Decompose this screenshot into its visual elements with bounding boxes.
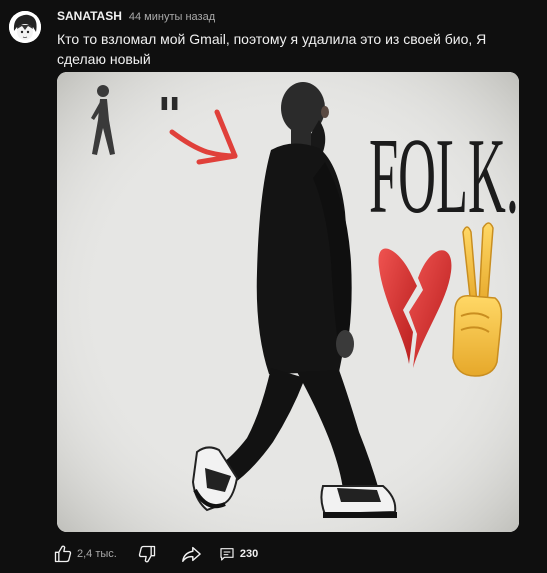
thumbs-down-icon <box>138 545 156 563</box>
channel-avatar[interactable] <box>9 11 41 43</box>
community-post: SANATASH 44 минуты назад Кто то взломал … <box>0 0 547 573</box>
dislike-button[interactable] <box>133 540 161 568</box>
folk-text: FOLK. <box>369 117 519 236</box>
post-image[interactable]: " FOLK. <box>57 72 519 532</box>
comment-count: 230 <box>239 548 259 560</box>
post-timestamp[interactable]: 44 минуты назад <box>129 11 215 23</box>
share-button[interactable] <box>177 540 205 568</box>
thumbs-up-icon <box>54 545 72 563</box>
post-image-artwork: " FOLK. <box>57 72 519 532</box>
like-count: 2,4 тыс. <box>77 548 117 560</box>
share-arrow-icon <box>181 546 201 562</box>
like-button[interactable] <box>49 540 77 568</box>
comments-button[interactable]: 230 <box>219 540 258 568</box>
post-header: SANATASH 44 минуты назад <box>57 9 215 23</box>
post-actions: 2,4 тыс. 230 <box>49 540 258 568</box>
comment-icon <box>220 548 234 561</box>
author-name[interactable]: SANATASH <box>57 9 122 23</box>
post-text: Кто то взломал мой Gmail, поэтому я удал… <box>57 31 487 67</box>
avatar-anime-icon <box>9 11 41 43</box>
